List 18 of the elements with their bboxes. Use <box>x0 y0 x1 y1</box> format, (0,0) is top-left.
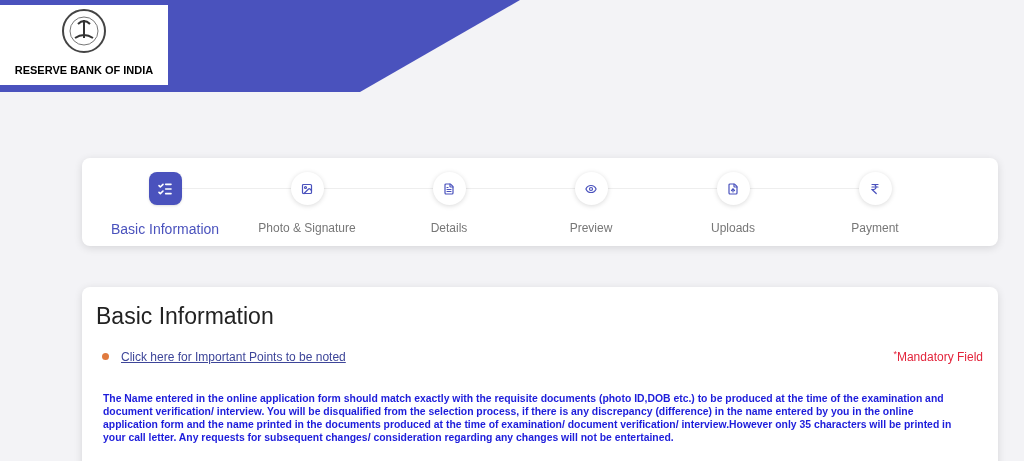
step-icon-button[interactable] <box>148 172 182 205</box>
step-label[interactable]: Basic Information <box>110 219 220 240</box>
important-points-link[interactable]: Click here for Important Points to be noted <box>121 347 346 366</box>
step-label[interactable]: Preview <box>569 219 613 237</box>
step-label[interactable]: Payment <box>851 219 899 237</box>
document-icon <box>443 182 455 195</box>
rupee-icon <box>869 182 881 195</box>
eye-icon <box>585 182 597 195</box>
file-upload-icon <box>727 182 739 195</box>
emblem-icon <box>61 7 107 54</box>
logo-text: RESERVE BANK OF INDIA <box>14 62 154 78</box>
step-label[interactable]: Photo & Signature <box>258 219 356 237</box>
image-icon <box>301 182 313 195</box>
step-label[interactable]: Details <box>430 219 468 237</box>
mandatory-field-note: *Mandatory Field <box>893 347 983 366</box>
section-title: Basic Information <box>96 302 275 331</box>
name-notice-text: The Name entered in the online application form should match exactly with the requisite documents (photo ID,DOB etc.) to be produced at the time of the examination and document verification/ interview. You will be disqualified from the selection process, if there is any discrepancy (difference) in the name entered by you in the online application form and the name printed in the documents produced at the time of examination/ document verification/ interview.However only 35 characters will be printed in your call letter. Any requests for subsequent changes/ consideration regarding any changes will not be entertained. <box>102 391 953 444</box>
step-label[interactable]: Uploads <box>711 219 755 237</box>
